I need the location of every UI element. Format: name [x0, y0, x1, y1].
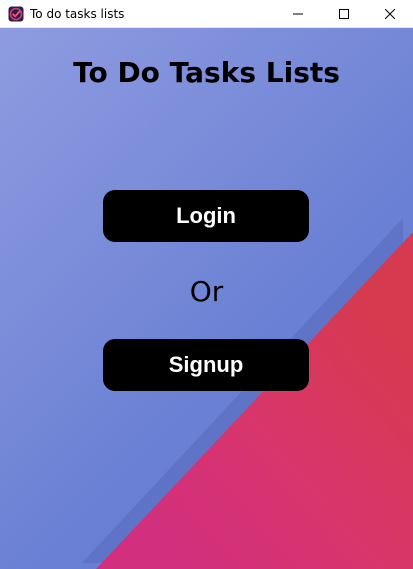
- signup-button[interactable]: Signup: [103, 339, 309, 391]
- maximize-icon: [339, 8, 349, 19]
- login-button[interactable]: Login: [103, 190, 309, 242]
- minimize-button[interactable]: [275, 0, 321, 28]
- minimize-icon: [293, 9, 303, 19]
- maximize-button[interactable]: [321, 0, 367, 28]
- app-check-icon: [8, 6, 24, 22]
- close-button[interactable]: [367, 0, 413, 28]
- window-title: To do tasks lists: [30, 6, 125, 21]
- main-content: To Do Tasks Lists Login Or Signup: [0, 28, 413, 569]
- title-bar[interactable]: To do tasks lists: [0, 0, 413, 28]
- page-title: To Do Tasks Lists: [73, 56, 340, 89]
- app-window: To do tasks lists To Do Tasks Lists Logi…: [0, 0, 413, 569]
- close-icon: [385, 8, 395, 19]
- window-controls: [275, 0, 413, 28]
- or-separator: Or: [189, 275, 224, 308]
